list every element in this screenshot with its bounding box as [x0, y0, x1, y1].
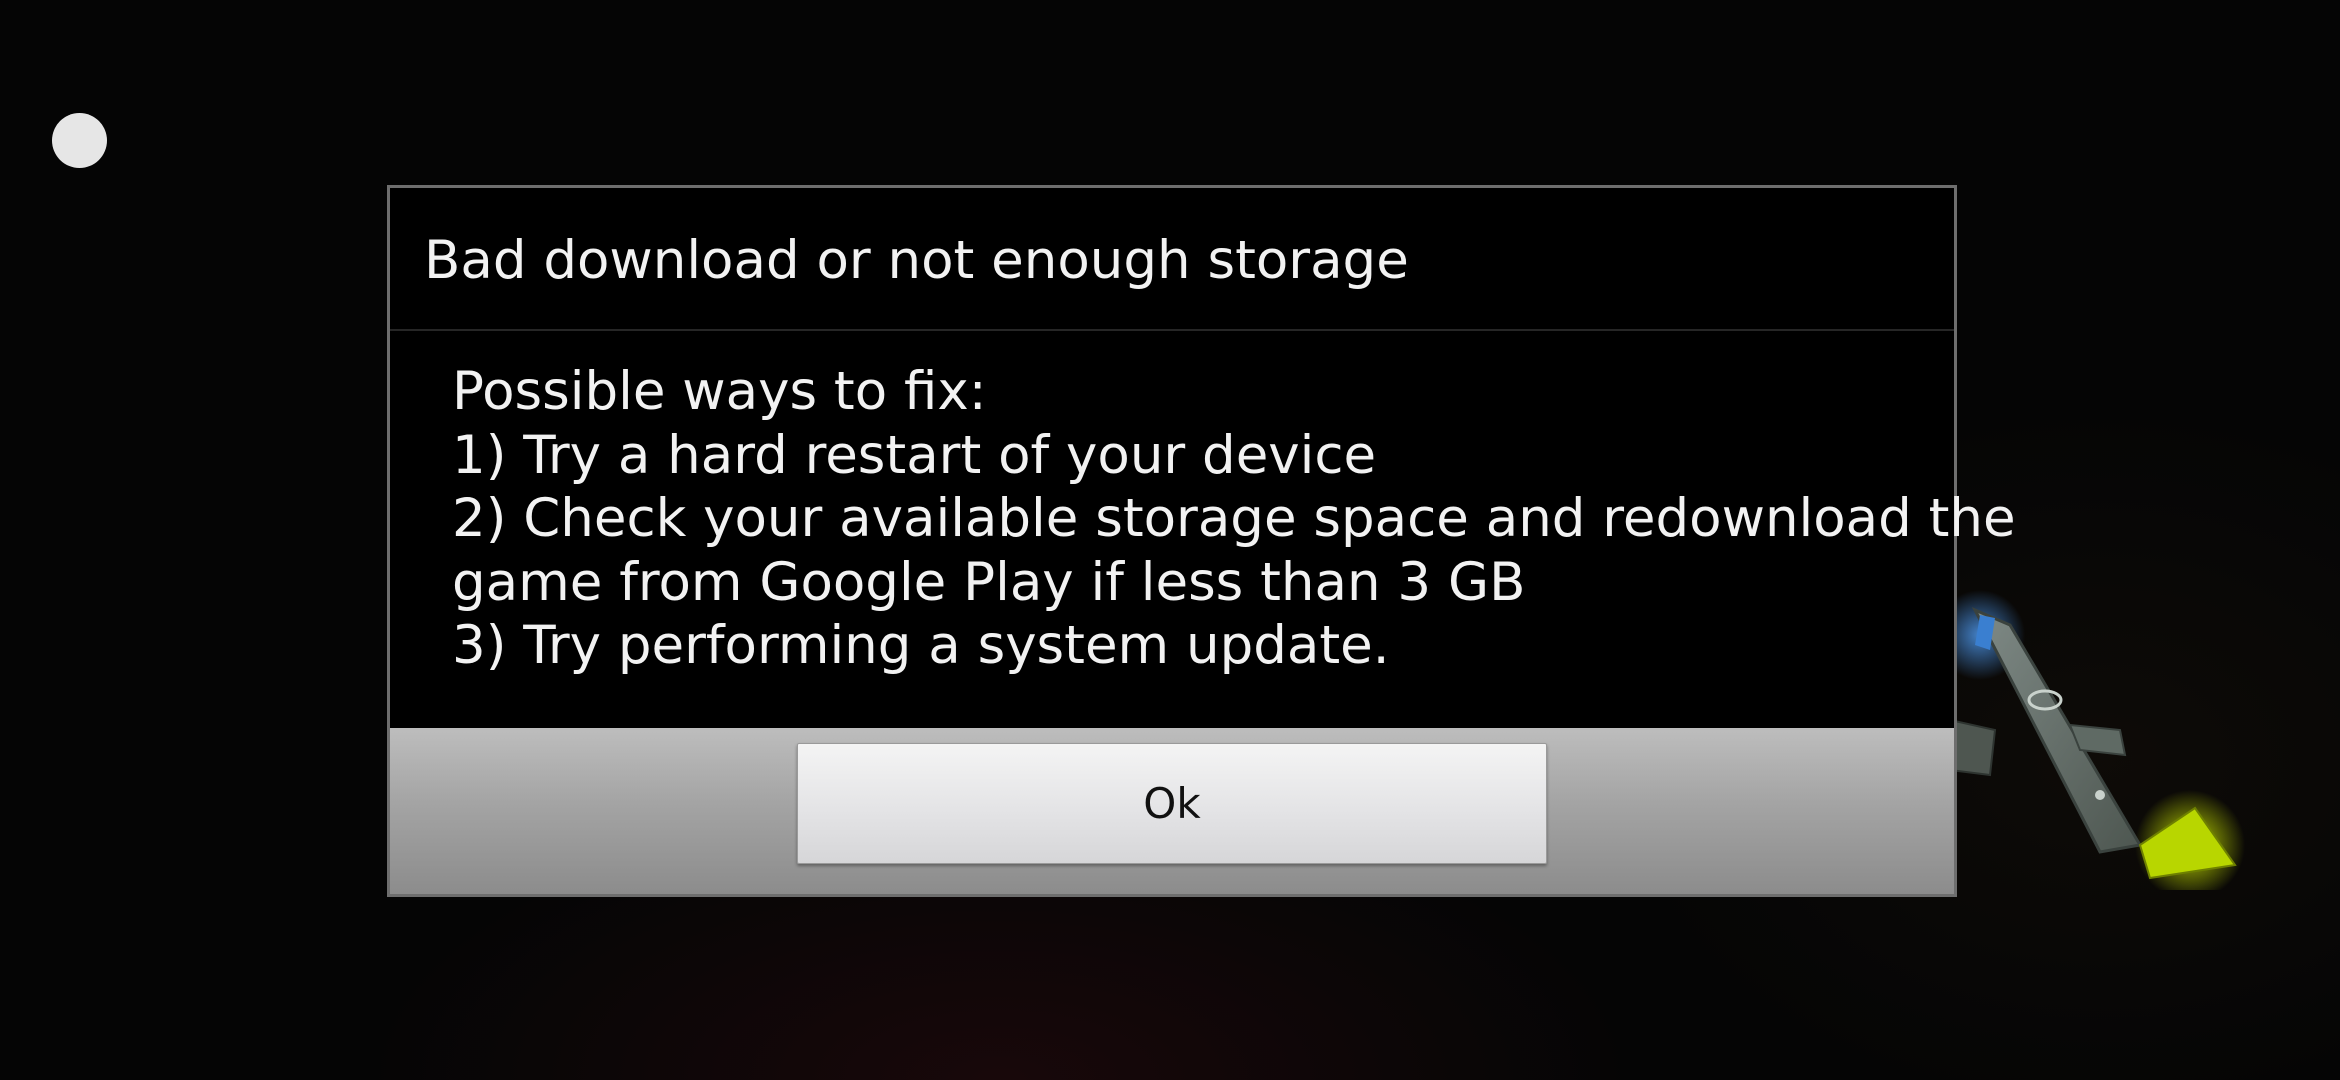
message-line: 3) Try performing a system update.: [452, 615, 1390, 676]
floating-assistive-touch-button[interactable]: [52, 113, 107, 168]
message-line: Possible ways to fix:: [452, 361, 987, 422]
dialog-button-bar: Ok: [390, 728, 1954, 894]
title-divider: [390, 329, 1954, 331]
ok-button[interactable]: Ok: [797, 743, 1547, 864]
game-screen: Bad download or not enough storage Possi…: [0, 0, 2340, 1080]
message-line: 2) Check your available storage space an…: [452, 488, 2016, 549]
message-line: 1) Try a hard restart of your device: [452, 424, 1377, 486]
message-line: game from Google Play if less than 3 GB: [452, 551, 1526, 613]
error-dialog: Bad download or not enough storage Possi…: [387, 185, 2016, 897]
dialog-title: Bad download or not enough storage: [424, 230, 1409, 291]
game-logo-icon: [1950, 590, 2245, 890]
dialog-message: Possible ways to fix: 1) Try a hard rest…: [452, 360, 2016, 678]
